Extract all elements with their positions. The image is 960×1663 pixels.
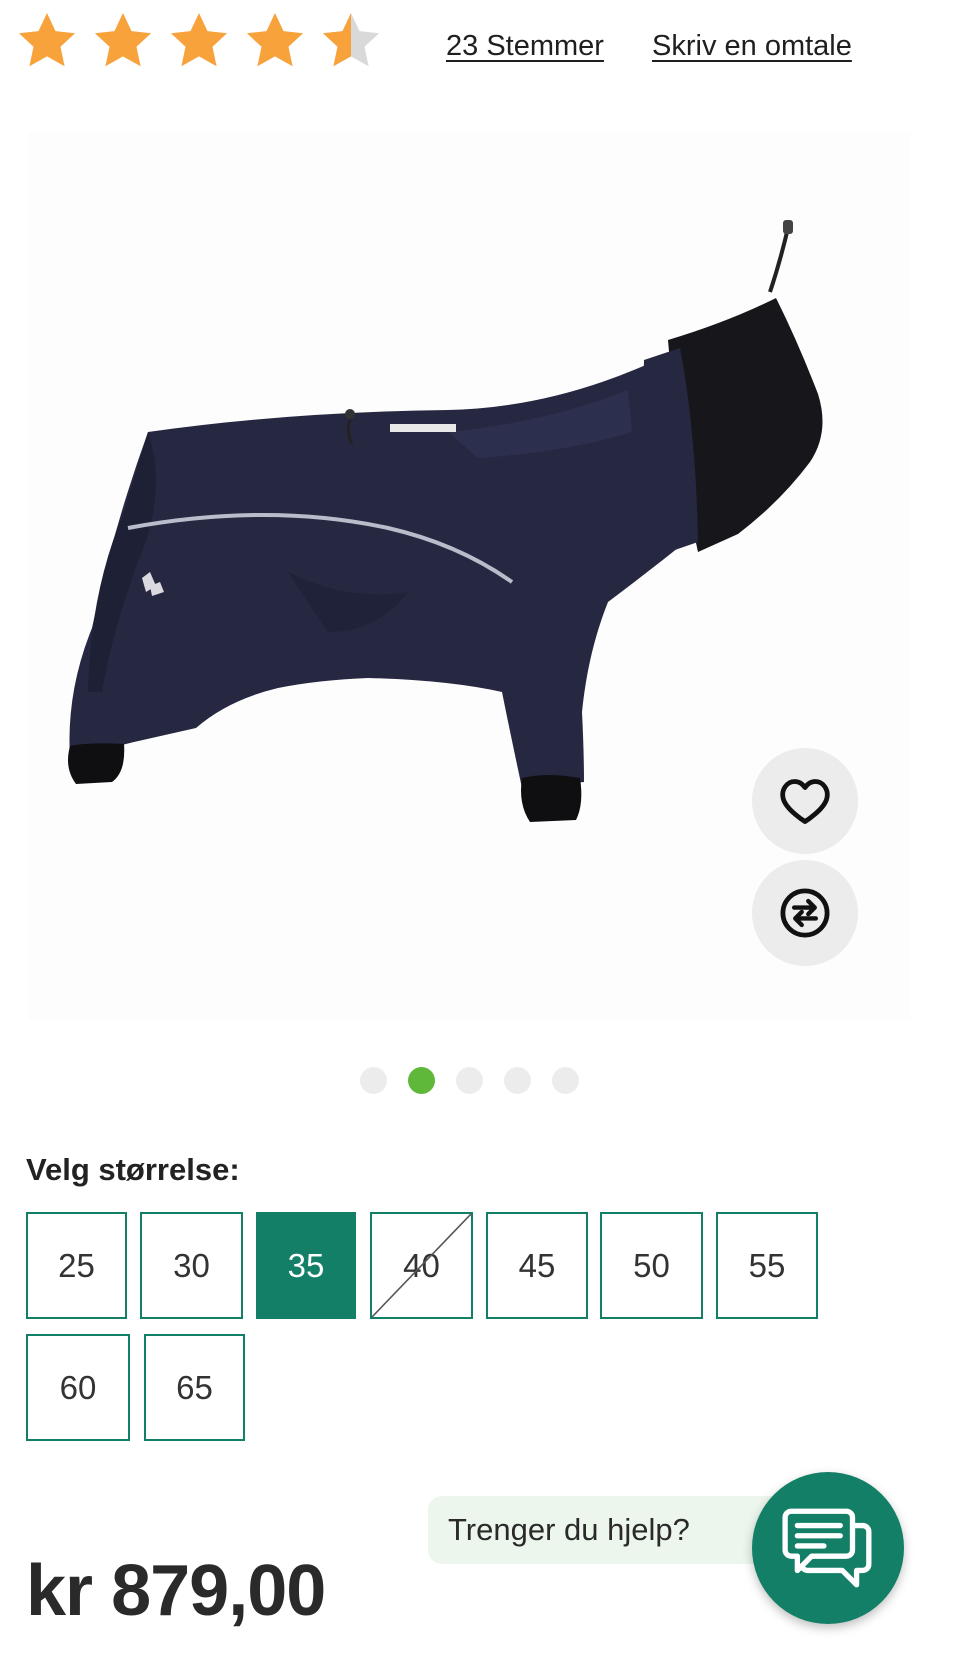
product-page: 23 Stemmer Skriv en omtale Velg størrels… (0, 0, 960, 1663)
chat-button[interactable] (752, 1472, 904, 1624)
favorite-button[interactable] (752, 748, 858, 854)
size-label: 55 (748, 1246, 786, 1284)
compare-button[interactable] (752, 860, 858, 966)
rating-row: 23 Stemmer Skriv en omtale (14, 8, 914, 78)
star-icon (170, 12, 228, 67)
write-review-link[interactable]: Skriv en omtale (652, 30, 852, 63)
size-option-40-unavailable[interactable]: 40 (370, 1212, 473, 1319)
size-option-60[interactable]: 60 (26, 1334, 130, 1441)
carousel-dot-active[interactable] (407, 1067, 435, 1094)
compare-arrows-icon (780, 888, 830, 938)
carousel-dot[interactable] (503, 1067, 531, 1094)
size-option-35-selected[interactable]: 35 (256, 1212, 356, 1319)
size-option-30[interactable]: 30 (140, 1212, 243, 1319)
star-icon (246, 12, 304, 67)
help-prompt[interactable]: Trenger du hjelp? (428, 1496, 798, 1564)
star-icon (18, 12, 76, 67)
half-star-icon (322, 12, 380, 67)
size-label: 25 (58, 1246, 95, 1284)
size-label: 30 (173, 1246, 210, 1284)
product-gallery[interactable] (28, 132, 910, 1020)
size-option-25[interactable]: 25 (26, 1212, 127, 1319)
size-label: 45 (518, 1246, 556, 1284)
size-option-55[interactable]: 55 (716, 1212, 818, 1319)
size-option-65[interactable]: 65 (144, 1334, 245, 1441)
chat-icon (782, 1508, 872, 1588)
size-label: 60 (59, 1368, 97, 1406)
size-label: 35 (287, 1246, 325, 1284)
carousel-dot[interactable] (455, 1067, 483, 1094)
size-label: 65 (176, 1368, 213, 1406)
product-price: kr 879,00 (26, 1551, 326, 1631)
heart-icon (780, 779, 830, 824)
carousel-dots (0, 1067, 960, 1094)
size-option-45[interactable]: 45 (486, 1212, 588, 1319)
size-option-50[interactable]: 50 (600, 1212, 703, 1319)
star-rating (14, 8, 384, 74)
size-label: 50 (633, 1246, 670, 1284)
star-icon (94, 12, 152, 67)
votes-link[interactable]: 23 Stemmer (446, 30, 604, 63)
size-selector-title: Velg størrelse: (26, 1152, 240, 1187)
carousel-dot[interactable] (359, 1067, 387, 1094)
carousel-dot[interactable] (551, 1067, 579, 1094)
unavailable-strike (372, 1214, 471, 1317)
